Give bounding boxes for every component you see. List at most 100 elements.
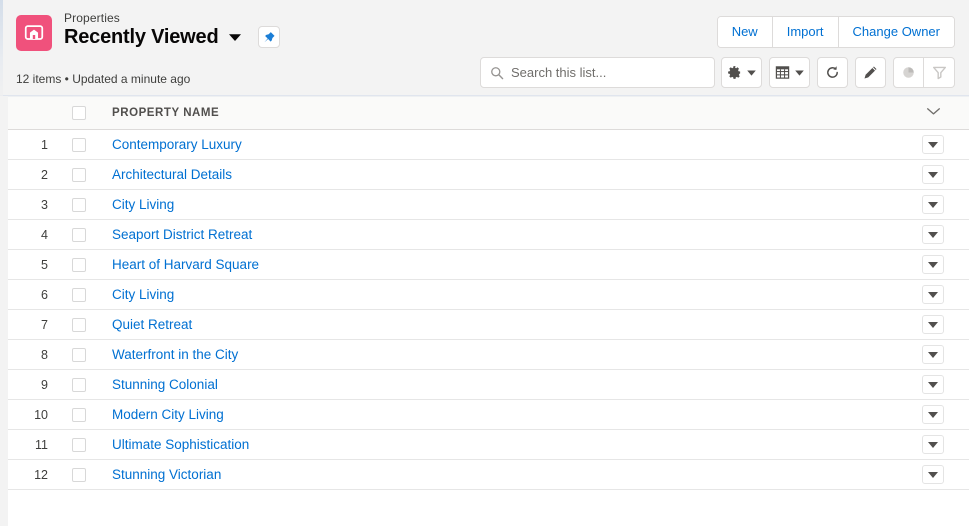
list-view-page: Properties Recently Viewed 12 items • Up… — [0, 0, 969, 526]
row-actions-cell — [897, 399, 969, 430]
property-name-link[interactable]: Ultimate Sophistication — [112, 437, 249, 452]
pin-icon[interactable] — [258, 26, 281, 48]
new-button[interactable]: New — [717, 17, 772, 47]
property-house-sign-icon — [16, 15, 52, 51]
row-select-cell — [60, 189, 98, 220]
search-icon — [491, 66, 504, 79]
table-grid-icon — [775, 66, 790, 79]
property-name-link[interactable]: Waterfront in the City — [112, 347, 238, 362]
triangle-down-icon — [928, 261, 938, 268]
row-actions-menu-button[interactable] — [922, 465, 944, 484]
table-row[interactable]: 9 Stunning Colonial — [8, 369, 969, 400]
row-actions-menu-button[interactable] — [922, 165, 944, 184]
property-name-link[interactable]: Stunning Colonial — [112, 377, 218, 392]
import-button[interactable]: Import — [771, 17, 838, 47]
row-actions-menu-button[interactable] — [922, 345, 944, 364]
property-name-link[interactable]: Contemporary Luxury — [112, 137, 242, 152]
select-all-header — [60, 96, 98, 130]
table-row[interactable]: 7 Quiet Retreat — [8, 309, 969, 340]
row-select-cell — [60, 159, 98, 190]
property-name-cell: Contemporary Luxury — [98, 129, 897, 160]
row-checkbox[interactable] — [72, 138, 86, 153]
property-name-link[interactable]: City Living — [112, 287, 174, 302]
column-header-property-name[interactable]: PROPERTY NAME — [98, 96, 897, 130]
property-name-cell: Stunning Victorian — [98, 459, 897, 490]
triangle-down-icon — [928, 201, 938, 208]
filter-button[interactable] — [924, 57, 955, 88]
header-actions-menu[interactable] — [897, 96, 969, 130]
funnel-filter-icon — [932, 66, 946, 80]
property-name-link[interactable]: Quiet Retreat — [112, 317, 192, 332]
search-input[interactable] — [511, 65, 701, 80]
property-name-link[interactable]: Stunning Victorian — [112, 467, 221, 482]
row-checkbox[interactable] — [72, 348, 86, 363]
row-checkbox[interactable] — [72, 468, 86, 483]
property-name-cell: Heart of Harvard Square — [98, 249, 897, 280]
edit-button[interactable] — [855, 57, 886, 88]
property-name-link[interactable]: Architectural Details — [112, 167, 232, 182]
row-actions-menu-button[interactable] — [922, 255, 944, 274]
property-name-link[interactable]: Heart of Harvard Square — [112, 257, 259, 272]
row-actions-cell — [897, 129, 969, 160]
row-checkbox[interactable] — [72, 228, 86, 243]
table-row[interactable]: 2 Architectural Details — [8, 159, 969, 190]
property-name-cell: City Living — [98, 189, 897, 220]
list-toolbar — [714, 57, 955, 88]
property-name-cell: Ultimate Sophistication — [98, 429, 897, 460]
display-as-button[interactable] — [769, 57, 810, 88]
row-actions-menu-button[interactable] — [922, 405, 944, 424]
property-name-cell: Quiet Retreat — [98, 309, 897, 340]
row-actions-menu-button[interactable] — [922, 435, 944, 454]
table-row[interactable]: 5 Heart of Harvard Square — [8, 249, 969, 280]
property-name-cell: Stunning Colonial — [98, 369, 897, 400]
row-actions-menu-button[interactable] — [922, 315, 944, 334]
row-checkbox[interactable] — [72, 318, 86, 333]
table-row[interactable]: 12 Stunning Victorian — [8, 459, 969, 490]
chevron-down-icon[interactable] — [228, 33, 242, 42]
row-actions-menu-button[interactable] — [922, 195, 944, 214]
row-actions-menu-button[interactable] — [922, 225, 944, 244]
triangle-down-icon — [928, 381, 938, 388]
table-body: 1 Contemporary Luxury 2 Architectural Detai… — [8, 129, 969, 490]
table-row[interactable]: 11 Ultimate Sophistication — [8, 429, 969, 460]
row-number: 8 — [8, 339, 60, 370]
row-actions-menu-button[interactable] — [922, 135, 944, 154]
select-all-checkbox[interactable] — [72, 106, 86, 120]
charts-button[interactable] — [893, 57, 924, 88]
triangle-down-icon — [928, 231, 938, 238]
table-row[interactable]: 10 Modern City Living — [8, 399, 969, 430]
header-title-area: Properties Recently Viewed — [16, 12, 281, 51]
row-checkbox[interactable] — [72, 288, 86, 303]
row-checkbox[interactable] — [72, 408, 86, 423]
row-select-cell — [60, 309, 98, 340]
row-select-cell — [60, 219, 98, 250]
property-name-link[interactable]: Modern City Living — [112, 407, 224, 422]
list-view-controls-button[interactable] — [721, 57, 762, 88]
table-row[interactable]: 4 Seaport District Retreat — [8, 219, 969, 250]
refresh-button[interactable] — [817, 57, 848, 88]
search-box[interactable] — [480, 57, 715, 88]
row-checkbox[interactable] — [72, 378, 86, 393]
row-actions-menu-button[interactable] — [922, 375, 944, 394]
header-left-accent — [0, 0, 3, 96]
row-checkbox[interactable] — [72, 168, 86, 183]
row-checkbox[interactable] — [72, 258, 86, 273]
table-row[interactable]: 1 Contemporary Luxury — [8, 129, 969, 160]
pencil-icon — [864, 66, 877, 79]
change-owner-button[interactable]: Change Owner — [837, 17, 954, 47]
row-actions-menu-button[interactable] — [922, 285, 944, 304]
row-checkbox[interactable] — [72, 438, 86, 453]
row-actions-cell — [897, 249, 969, 280]
row-actions-cell — [897, 279, 969, 310]
table-row[interactable]: 6 City Living — [8, 279, 969, 310]
triangle-down-icon — [928, 471, 938, 478]
property-name-link[interactable]: Seaport District Retreat — [112, 227, 252, 242]
list-table-card: PROPERTY NAME 1 Contemporary Luxury 2 Archi… — [8, 96, 969, 526]
row-number: 4 — [8, 219, 60, 250]
row-number: 10 — [8, 399, 60, 430]
row-checkbox[interactable] — [72, 198, 86, 213]
table-row[interactable]: 8 Waterfront in the City — [8, 339, 969, 370]
table-row[interactable]: 3 City Living — [8, 189, 969, 220]
property-name-link[interactable]: City Living — [112, 197, 174, 212]
row-actions-cell — [897, 339, 969, 370]
